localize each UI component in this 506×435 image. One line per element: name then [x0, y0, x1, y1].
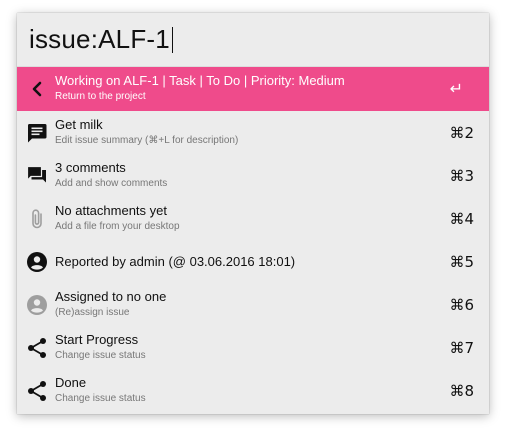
shortcut-label: ⌘3 — [449, 167, 474, 185]
shortcut-label: ⌘5 — [449, 253, 474, 271]
result-title: Get milk — [55, 117, 103, 132]
result-item-summary[interactable]: Get milk Edit issue summary (⌘+L for des… — [17, 111, 489, 154]
result-title: Reported by admin (@ 03.06.2016 18:01) — [55, 254, 296, 269]
result-subtitle: Change issue status — [55, 350, 146, 361]
result-title: No attachments yet — [55, 203, 167, 218]
result-subtitle: Change issue status — [55, 393, 146, 404]
shortcut-label: ⌘4 — [449, 210, 474, 228]
result-subtitle: Return to the project — [55, 91, 146, 102]
result-title: 3 comments — [55, 160, 126, 175]
assignee-avatar-icon — [25, 293, 49, 317]
reporter-avatar-icon — [25, 250, 49, 274]
result-item-reporter[interactable]: Reported by admin (@ 03.06.2016 18:01) ⌘… — [17, 240, 489, 283]
share-transition-icon — [25, 379, 49, 403]
search-input[interactable]: issue:ALF-1 — [29, 24, 170, 55]
result-subtitle: Add and show comments — [55, 178, 168, 189]
launcher-panel: issue:ALF-1 Working on ALF-1 | Task | To… — [17, 13, 489, 414]
comments-icon — [25, 164, 49, 188]
result-subtitle: Edit issue summary (⌘+L for description) — [55, 135, 239, 146]
chevron-left-icon — [25, 77, 49, 101]
result-item-return-to-project[interactable]: Working on ALF-1 | Task | To Do | Priori… — [17, 67, 489, 111]
shortcut-label: ⌘7 — [449, 339, 474, 357]
result-title: Working on ALF-1 | Task | To Do | Priori… — [55, 73, 345, 88]
shortcut-label: ⌘2 — [449, 124, 474, 142]
text-caret — [171, 26, 173, 53]
result-title: Start Progress — [55, 332, 139, 347]
result-subtitle: (Re)assign issue — [55, 307, 130, 318]
share-transition-icon — [25, 336, 49, 360]
result-item-start-progress[interactable]: Start Progress Change issue status ⌘7 — [17, 326, 489, 369]
summary-message-icon — [25, 121, 49, 145]
result-title: Assigned to no one — [55, 289, 167, 304]
result-item-assignee[interactable]: Assigned to no one (Re)assign issue ⌘6 — [17, 283, 489, 326]
result-item-comments[interactable]: 3 comments Add and show comments ⌘3 — [17, 154, 489, 197]
result-subtitle: Add a file from your desktop — [55, 221, 180, 232]
search-bar[interactable]: issue:ALF-1 — [17, 13, 489, 67]
result-title: Done — [55, 375, 87, 390]
paperclip-icon — [25, 207, 49, 231]
shortcut-label: ⌘8 — [449, 382, 474, 400]
shortcut-label: ⌘6 — [449, 296, 474, 314]
result-item-attachments[interactable]: No attachments yet Add a file from your … — [17, 197, 489, 240]
result-item-done[interactable]: Done Change issue status ⌘8 — [17, 369, 489, 412]
enter-key-icon: ↵ — [449, 79, 463, 98]
